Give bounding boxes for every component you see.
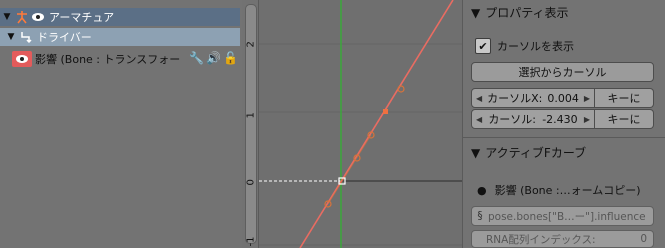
checkbox[interactable]: ✔ bbox=[475, 38, 491, 54]
section-title: アクティブFカーブ bbox=[485, 146, 587, 160]
properties-panel: ▼ プロパティ表示 ✔ カーソルを表示 選択からカーソル ◀ カーソルX: 0.… bbox=[462, 0, 665, 248]
cursor-x-row: ◀ カーソルX: 0.004 ▶ キーに bbox=[471, 88, 654, 108]
cursor-y-label: カーソル: bbox=[488, 113, 537, 126]
cursor-y-field[interactable]: ◀ カーソル: -2.430 ▶ bbox=[471, 109, 595, 129]
channel-driver[interactable]: ▼ ドライバー bbox=[0, 28, 240, 46]
channel-driver-label: ドライバー bbox=[37, 31, 92, 44]
eye-icon[interactable] bbox=[30, 9, 46, 25]
active-fcurve-name: 影響 (Bone :…ォームコピー) bbox=[494, 184, 641, 197]
bullet-icon: ● bbox=[477, 183, 487, 197]
grid bbox=[259, 43, 462, 246]
active-fcurve-name-row: ● 影響 (Bone :…ォームコピー) bbox=[477, 182, 641, 198]
channel-fcurve[interactable]: 影響 (Bone : トランスフォー 🔧 🔊 🔓 bbox=[0, 50, 240, 68]
wrench-icon[interactable]: 🔧 bbox=[189, 51, 204, 65]
section-active-fcurve[interactable]: ▼ アクティブFカーブ bbox=[471, 144, 586, 161]
section-view-properties[interactable]: ▼ プロパティ表示 bbox=[471, 4, 569, 21]
cursor-x-field[interactable]: ◀ カーソルX: 0.004 ▶ bbox=[471, 88, 595, 108]
cursor-x-value: 0.004 bbox=[547, 91, 579, 105]
section-title: プロパティ表示 bbox=[485, 6, 569, 20]
rna-path-icon: § bbox=[477, 210, 483, 222]
graph-view[interactable]: 2 1 0 -1 bbox=[242, 0, 462, 248]
speaker-icon[interactable]: 🔊 bbox=[206, 51, 221, 65]
cursor-from-selection-button[interactable]: 選択からカーソル bbox=[471, 62, 654, 82]
checkbox-label: カーソルを表示 bbox=[497, 40, 574, 53]
increment-arrow-icon[interactable]: ▶ bbox=[584, 94, 590, 103]
channel-armature[interactable]: ▼ アーマチュア bbox=[0, 8, 240, 26]
keyframe-point[interactable] bbox=[383, 109, 388, 114]
rna-index-field[interactable]: RNA配列インデックス: 0 bbox=[471, 230, 654, 248]
collapse-triangle-icon[interactable]: ▼ bbox=[471, 146, 480, 160]
data-path-field[interactable]: § pose.bones["B…ー"].influence bbox=[471, 206, 654, 226]
lock-icon[interactable]: 🔓 bbox=[223, 51, 238, 65]
rna-index-label: RNA配列インデックス: bbox=[486, 233, 596, 246]
collapse-triangle-icon[interactable]: ▼ bbox=[471, 6, 480, 20]
decrement-arrow-icon[interactable]: ◀ bbox=[476, 115, 482, 124]
cursor-x-label: カーソルX: bbox=[487, 92, 543, 105]
expand-triangle-icon[interactable]: ▼ bbox=[4, 32, 18, 42]
divider bbox=[463, 137, 665, 138]
fcurve-line[interactable] bbox=[299, 0, 454, 248]
eye-icon[interactable] bbox=[12, 51, 32, 67]
cursor-y-to-key-button[interactable]: キーに bbox=[595, 109, 654, 129]
cursor-y-row: ◀ カーソル: -2.430 ▶ キーに bbox=[471, 109, 654, 129]
rna-index-value: 0 bbox=[640, 233, 647, 245]
channel-armature-label: アーマチュア bbox=[49, 11, 115, 24]
show-cursor-toggle[interactable]: ✔ カーソルを表示 bbox=[475, 38, 574, 54]
data-path-value: pose.bones["B…ー"].influence bbox=[488, 210, 646, 223]
decrement-arrow-icon[interactable]: ◀ bbox=[476, 94, 482, 103]
cursor-x-to-key-button[interactable]: キーに bbox=[595, 88, 654, 108]
graph-canvas[interactable] bbox=[242, 0, 462, 248]
channel-toggles: 🔧 🔊 🔓 bbox=[189, 51, 238, 65]
increment-arrow-icon[interactable]: ▶ bbox=[584, 115, 590, 124]
cursor-y-value: -2.430 bbox=[542, 112, 578, 126]
channel-fcurve-label: 影響 (Bone : トランスフォー bbox=[35, 53, 181, 66]
expand-triangle-icon[interactable]: ▼ bbox=[0, 12, 14, 22]
channel-region: ▼ アーマチュア ▼ ドライバー 影響 (Bone : トランスフォー 🔧 🔊 … bbox=[0, 0, 242, 248]
armature-icon bbox=[14, 9, 30, 25]
driver-icon bbox=[18, 29, 34, 45]
